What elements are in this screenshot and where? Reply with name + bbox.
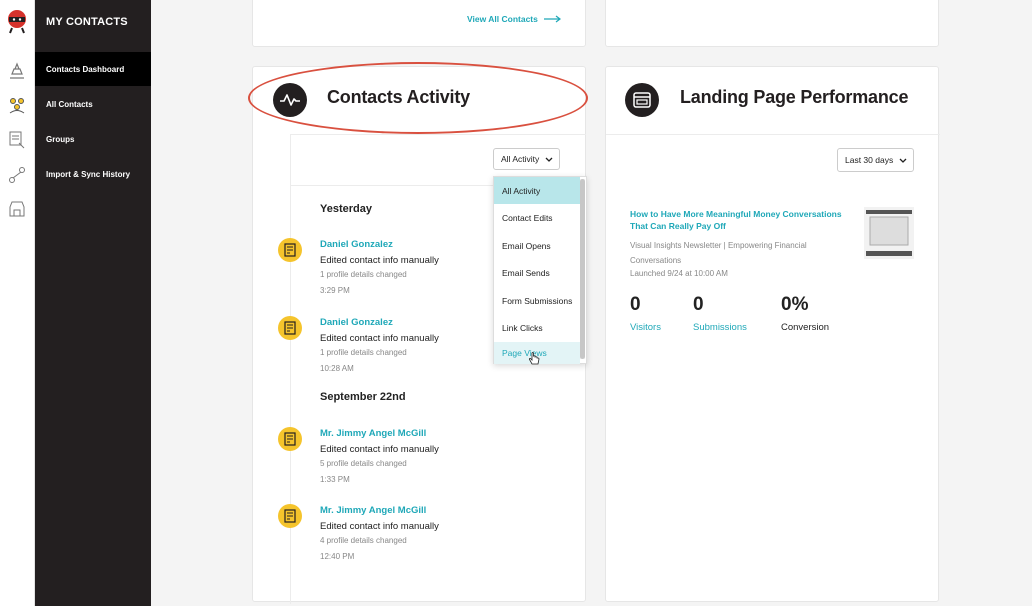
contacts-sidebar: MY CONTACTS Contacts Dashboard All Conta… (35, 0, 151, 606)
landing-page-meta-line1: Visual Insights Newsletter | Empowering … (630, 241, 807, 250)
activity-contact-name[interactable]: Mr. Jimmy Angel McGill (320, 505, 426, 516)
contact-edit-icon (278, 316, 302, 340)
dropdown-option-contact-edits[interactable]: Contact Edits (494, 204, 580, 231)
sidebar-item-contacts-dashboard[interactable]: Contacts Dashboard (35, 52, 151, 86)
landing-page-performance-card (605, 66, 940, 602)
sidebar-item-all-contacts[interactable]: All Contacts (35, 87, 151, 121)
chevron-down-icon (545, 157, 553, 162)
activity-detail: 5 profile details changed (320, 459, 407, 468)
activity-detail: 1 profile details changed (320, 348, 407, 357)
activity-description: Edited contact info manually (320, 444, 439, 455)
sidebar-item-import-sync-history[interactable]: Import & Sync History (35, 157, 151, 191)
dropdown-scrollbar-thumb[interactable] (580, 179, 585, 359)
dropdown-option-link-clicks[interactable]: Link Clicks (494, 314, 580, 341)
submissions-label[interactable]: Submissions (693, 322, 747, 333)
contact-edit-icon (278, 427, 302, 451)
activity-time: 1:33 PM (320, 475, 350, 484)
dropdown-option-email-sends[interactable]: Email Sends (494, 259, 580, 286)
landing-page-title-line2: That Can Really Pay Off (630, 221, 726, 231)
automation-icon[interactable] (6, 164, 28, 186)
annotation-ellipse (248, 62, 588, 134)
landing-page-thumbnail[interactable] (864, 207, 914, 259)
conversion-label: Conversion (781, 322, 830, 333)
visitors-label[interactable]: Visitors (630, 322, 661, 333)
top-right-card (605, 0, 939, 47)
date-range-select[interactable]: Last 30 days (837, 148, 914, 172)
landing-page-launched: Launched 9/24 at 10:00 AM (630, 269, 728, 278)
sidebar-title: MY CONTACTS (46, 16, 128, 28)
activity-contact-name[interactable]: Mr. Jimmy Angel McGill (320, 428, 426, 439)
ninja-logo-icon[interactable] (4, 8, 30, 34)
landing-page-title[interactable]: How to Have More Meaningful Money Conver… (630, 208, 855, 232)
arrow-right-icon (543, 15, 561, 23)
dropdown-scrollbar[interactable] (580, 179, 585, 359)
campaigns-icon[interactable] (6, 60, 28, 82)
activity-time: 10:28 AM (320, 364, 354, 373)
activity-filter-value: All Activity (501, 154, 540, 164)
activity-description: Edited contact info manually (320, 255, 439, 266)
store-icon[interactable] (6, 198, 28, 220)
view-all-contacts-label: View All Contacts (467, 14, 538, 24)
activity-time: 3:29 PM (320, 286, 350, 295)
activity-detail: 1 profile details changed (320, 270, 407, 279)
activity-detail: 4 profile details changed (320, 536, 407, 545)
top-left-card: View All Contacts (252, 0, 586, 47)
dropdown-option-all-activity[interactable]: All Activity (494, 177, 580, 204)
activity-filter-dropdown: All Activity Contact Edits Email Opens E… (493, 176, 587, 364)
activity-time: 12:40 PM (320, 552, 355, 561)
visitors-count: 0 (630, 294, 641, 315)
dropdown-option-email-opens[interactable]: Email Opens (494, 232, 580, 259)
contact-edit-icon (278, 504, 302, 528)
icon-rail (0, 0, 35, 606)
contacts-icon[interactable] (6, 94, 28, 116)
contact-edit-icon (278, 238, 302, 262)
landing-page-performance-title: Landing Page Performance (680, 87, 909, 107)
landing-page-title-line1: How to Have More Meaningful Money Conver… (630, 209, 842, 219)
reports-icon[interactable] (6, 128, 28, 150)
chevron-down-icon (899, 158, 907, 163)
day-heading: Yesterday (320, 203, 372, 215)
activity-contact-name[interactable]: Daniel Gonzalez (320, 239, 393, 250)
activity-filter-select[interactable]: All Activity (493, 148, 560, 170)
dropdown-option-form-submissions[interactable]: Form Submissions (494, 287, 580, 314)
activity-description: Edited contact info manually (320, 333, 439, 344)
activity-contact-name[interactable]: Daniel Gonzalez (320, 317, 393, 328)
browser-window-icon (625, 83, 659, 117)
conversion-rate: 0% (781, 294, 809, 315)
view-all-contacts-link[interactable]: View All Contacts (467, 14, 562, 24)
submissions-count: 0 (693, 294, 704, 315)
sidebar-item-groups[interactable]: Groups (35, 122, 151, 156)
landing-page-meta-line2: Conversations (630, 256, 682, 265)
activity-description: Edited contact info manually (320, 521, 439, 532)
day-heading: September 22nd (320, 391, 406, 403)
hand-cursor-icon (528, 352, 540, 365)
landing-page-meta: Visual Insights Newsletter | Empowering … (630, 238, 807, 268)
date-range-value: Last 30 days (845, 155, 894, 165)
